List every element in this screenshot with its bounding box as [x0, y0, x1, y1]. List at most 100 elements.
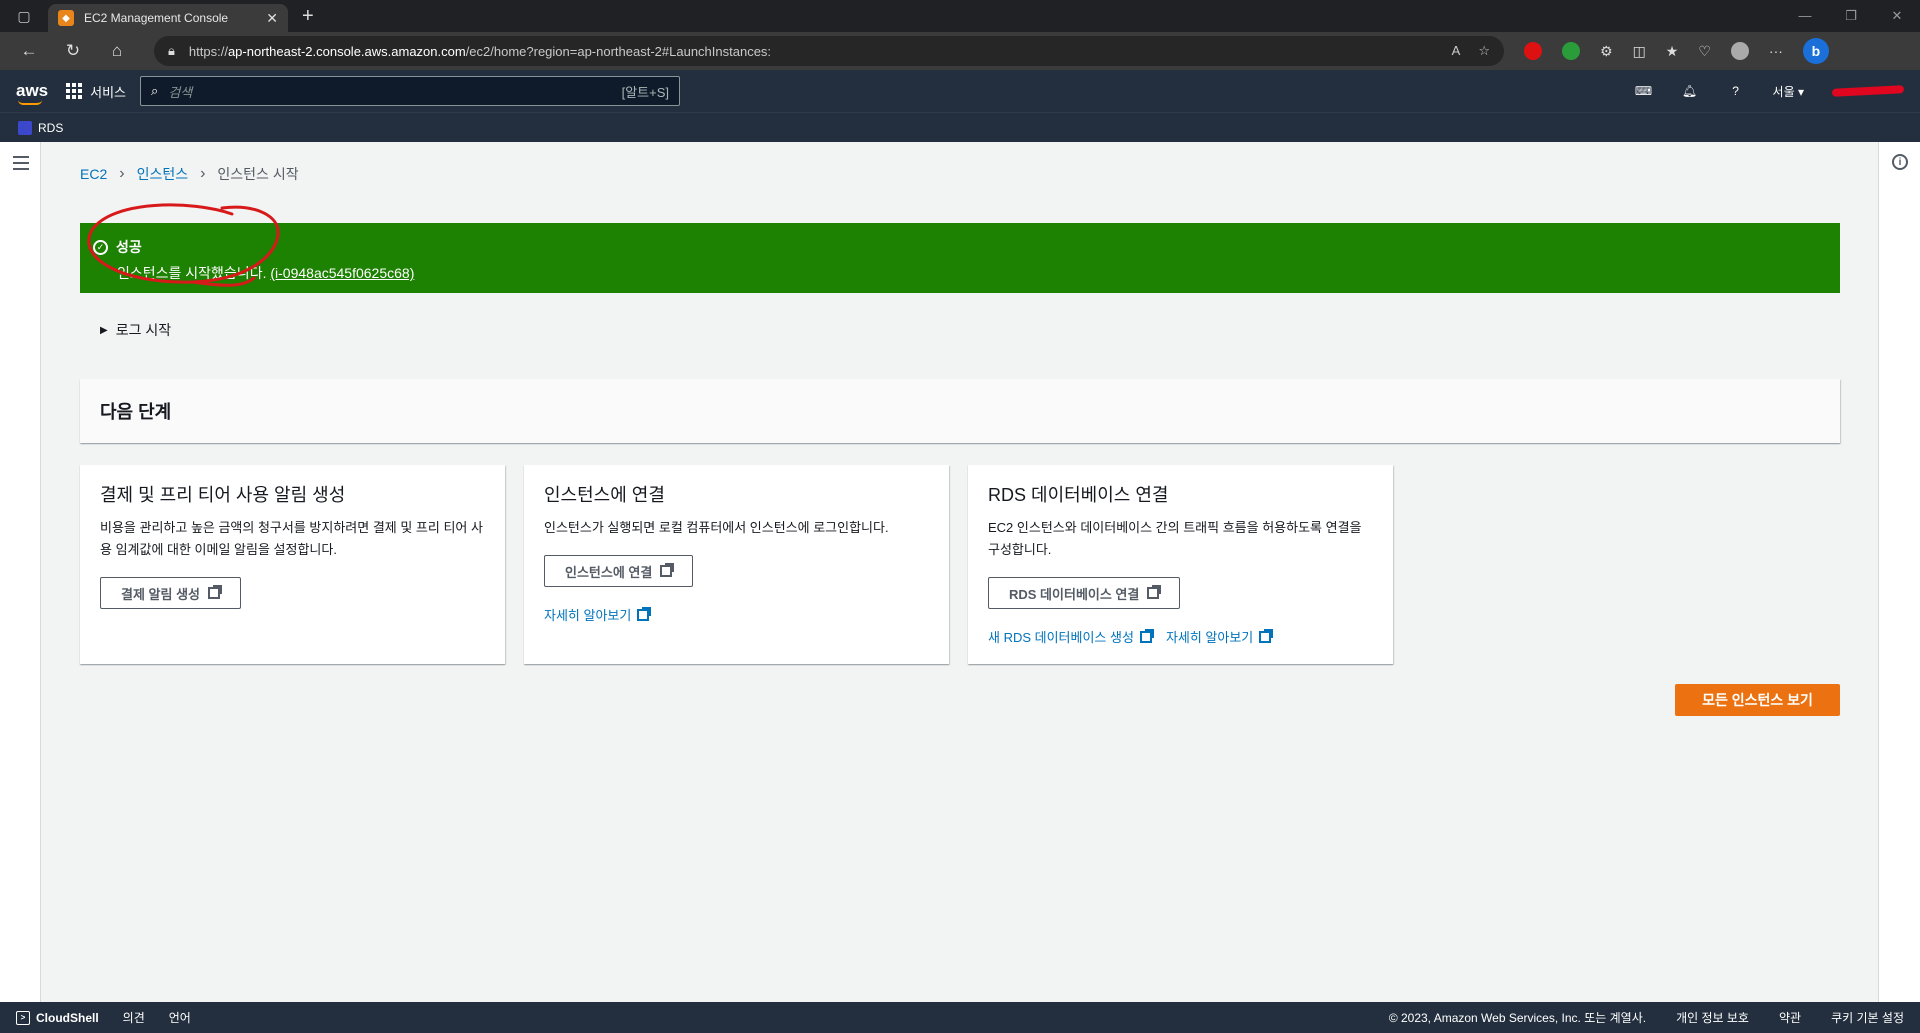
feedback-link[interactable]: 의견 [123, 1009, 145, 1026]
url-host: ap-northeast-2.console.aws.amazon.com [227, 43, 466, 59]
log-toggle-label: 로그 시작 [115, 322, 172, 338]
launch-log-toggle[interactable]: ▶ 로그 시작 [100, 320, 171, 340]
chevron-right-icon: › [200, 165, 206, 182]
card-connect-instance: 인스턴스에 연결 인스턴스가 실행되면 로컬 컴퓨터에서 인스턴스에 로그인합니… [524, 465, 949, 664]
minimize-icon[interactable]: — [1782, 8, 1828, 24]
caret-right-icon: ▶ [100, 324, 108, 336]
hamburger-menu-icon[interactable] [13, 156, 29, 170]
search-icon: ⌕ [151, 83, 159, 98]
search-shortcut: [알트+S] [621, 84, 670, 100]
close-tab-icon[interactable]: ✕ [266, 10, 278, 27]
shield-extension-icon[interactable] [1562, 42, 1580, 60]
card-description: 인스턴스가 실행되면 로컬 컴퓨터에서 인스턴스에 로그인합니다. [544, 520, 889, 535]
tab-actions-icon[interactable]: ▢ [0, 0, 48, 32]
external-link-icon [637, 606, 652, 621]
more-options-icon[interactable]: ··· [1769, 43, 1783, 59]
breadcrumb-ec2[interactable]: EC2 [80, 166, 107, 182]
home-icon[interactable]: ⌂ [100, 36, 134, 66]
collections-icon[interactable]: ♡ [1698, 43, 1711, 60]
info-icon[interactable]: i [1892, 154, 1908, 170]
next-steps-cards: 결제 및 프리 티어 사용 알림 생성 비용을 관리하고 높은 금액의 청구서를… [80, 465, 1393, 664]
breadcrumb-instances[interactable]: 인스턴스 [137, 164, 189, 184]
favorite-star-icon[interactable]: ☆ [1478, 43, 1490, 59]
privacy-link[interactable]: 개인 정보 보호 [1676, 1009, 1749, 1026]
read-aloud-icon[interactable]: A [1452, 43, 1461, 59]
address-bar[interactable]: 🔒︎ https://ap-northeast-2.console.aws.am… [154, 36, 1504, 66]
aws-favicon-icon: ◆ [58, 10, 74, 26]
favorites-bar: RDS [0, 112, 1920, 142]
services-menu[interactable]: 서비스 [66, 82, 126, 101]
card-title: 인스턴스에 연결 [544, 485, 665, 505]
right-rail: i [1878, 142, 1920, 1002]
services-label: 서비스 [90, 84, 127, 100]
aws-logo[interactable]: aws [16, 81, 48, 105]
left-rail [0, 142, 41, 1002]
search-input[interactable]: ⌕ 검색 [알트+S] [140, 76, 681, 106]
card-description: 비용을 관리하고 높은 금액의 청구서를 방지하려면 결제 및 프리 티어 사용… [100, 520, 483, 557]
create-rds-link[interactable]: 새 RDS 데이터베이스 생성 [988, 627, 1154, 646]
instance-id-link[interactable]: (i-0948ac545f0625c68) [270, 265, 414, 281]
next-steps-title: 다음 단계 [100, 402, 172, 422]
notifications-bell-icon[interactable]: 🔔︎ [1681, 82, 1699, 100]
card-description: EC2 인스턴스와 데이터베이스 간의 트래픽 흐름을 허용하도록 연결을 구성… [988, 520, 1362, 557]
card-connect-rds: RDS 데이터베이스 연결 EC2 인스턴스와 데이터베이스 간의 트래픽 흐름… [968, 465, 1393, 664]
new-tab-icon[interactable]: + [302, 5, 314, 28]
flash-title: 성공 [116, 239, 142, 255]
breadcrumb: EC2 › 인스턴스 › 인스턴스 시작 [80, 164, 299, 184]
button-label: 인스턴스에 연결 [565, 564, 653, 580]
external-link-icon [1139, 628, 1154, 643]
create-billing-alert-button[interactable]: 결제 알림 생성 [100, 577, 241, 609]
grid-icon [66, 83, 83, 99]
refresh-icon[interactable]: ↻ [56, 36, 90, 66]
search-placeholder: 검색 [168, 84, 193, 100]
breadcrumb-current: 인스턴스 시작 [217, 166, 299, 182]
flash-message: 인스턴스를 시작했습니다. [117, 265, 271, 281]
split-screen-icon[interactable]: ◫ [1633, 43, 1646, 60]
window-controls: — ❐ ✕ [1782, 8, 1920, 24]
extensions-area: ⚙ ◫ ★ ♡ ··· b [1524, 38, 1829, 64]
back-icon[interactable]: ← [12, 36, 46, 66]
favorite-rds[interactable]: RDS [38, 121, 63, 135]
learn-more-link[interactable]: 자세히 알아보기 [1166, 627, 1274, 646]
connect-instance-button[interactable]: 인스턴스에 연결 [544, 555, 694, 587]
close-window-icon[interactable]: ✕ [1874, 8, 1920, 24]
address-toolbar: ← ↻ ⌂ 🔒︎ https://ap-northeast-2.console.… [0, 32, 1920, 70]
button-label: RDS 데이터베이스 연결 [1009, 586, 1140, 602]
external-link-icon [207, 585, 222, 599]
favorites-icon[interactable]: ★ [1666, 43, 1679, 60]
terms-link[interactable]: 약관 [1779, 1009, 1801, 1026]
region-selector[interactable]: 서울 ▾ [1773, 83, 1804, 100]
profile-avatar[interactable] [1730, 42, 1749, 60]
card-title: RDS 데이터베이스 연결 [988, 485, 1169, 505]
cloudshell-button[interactable]: > CloudShell [16, 1010, 99, 1025]
rds-icon [18, 120, 32, 135]
bing-icon[interactable]: b [1802, 38, 1829, 64]
view-all-instances-button[interactable]: 모든 인스턴스 보기 [1675, 684, 1840, 716]
account-menu-redacted[interactable] [1831, 85, 1905, 97]
success-check-icon: ✓ [93, 239, 108, 255]
restore-icon[interactable]: ❐ [1828, 8, 1874, 24]
lock-icon: 🔒︎ [168, 43, 175, 58]
language-link[interactable]: 언어 [169, 1009, 191, 1026]
learn-more-link[interactable]: 자세히 알아보기 [544, 605, 652, 624]
connect-rds-button[interactable]: RDS 데이터베이스 연결 [988, 577, 1181, 609]
external-link-icon [660, 563, 675, 577]
chevron-right-icon: › [119, 165, 125, 182]
cookie-prefs-link[interactable]: 쿠키 기본 설정 [1831, 1009, 1904, 1026]
console-footer: > CloudShell 의견 언어 © 2023, Amazon Web Se… [0, 1002, 1920, 1033]
help-icon[interactable]: ? [1727, 82, 1745, 100]
next-steps-header: 다음 단계 [80, 379, 1840, 443]
adblock-extension-icon[interactable] [1524, 42, 1542, 60]
external-link-icon [1259, 628, 1274, 643]
extensions-icon[interactable]: ⚙ [1600, 43, 1613, 60]
copyright-text: © 2023, Amazon Web Services, Inc. 또는 계열사… [1388, 1011, 1647, 1025]
browser-tab-bar: ▢ ◆ EC2 Management Console ✕ + — ❐ ✕ [0, 0, 1920, 32]
external-link-icon [1147, 585, 1162, 599]
success-flashbar: ✓ 성공 인스턴스를 시작했습니다. (i-0948ac545f0625c68) [80, 223, 1840, 293]
cloudshell-icon[interactable]: ⌨ [1635, 82, 1653, 100]
card-billing-alert: 결제 및 프리 티어 사용 알림 생성 비용을 관리하고 높은 금액의 청구서를… [80, 465, 505, 664]
browser-tab[interactable]: ◆ EC2 Management Console ✕ [48, 4, 288, 32]
aws-top-nav: aws 서비스 ⌕ 검색 [알트+S] ⌨ 🔔︎ ? 서울 ▾ [0, 70, 1920, 112]
terminal-icon: > [16, 1010, 30, 1025]
tab-title: EC2 Management Console [84, 11, 229, 25]
